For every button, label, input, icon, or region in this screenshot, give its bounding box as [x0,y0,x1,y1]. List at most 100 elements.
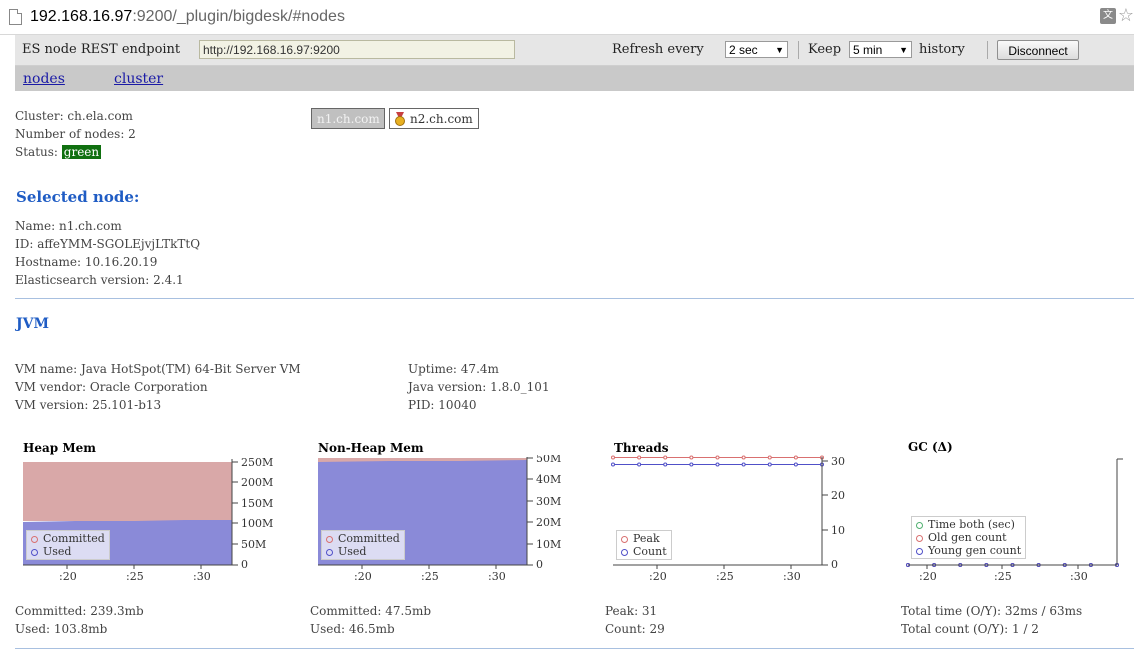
gc-tick-20: :20 [919,570,937,583]
heap-mem-svg: 250M 200M 150M 100M 50M 0 :20 :25 :30 [23,456,273,583]
legend-label: Count [633,545,667,558]
old-gen-dot-icon [916,534,923,542]
legend-item-time-both: Time both (sec) [916,518,1021,531]
divider [987,41,988,59]
heap-used-stat: Used: 103.8mb [15,622,108,636]
disconnect-button[interactable]: Disconnect [997,40,1079,60]
connection-toolbar: ES node REST endpoint Refresh every 2 se… [15,35,1134,66]
used-dot-icon [326,548,333,556]
keep-label: Keep [808,42,842,57]
browser-address-bar[interactable]: 192.168.16.97:9200/_plugin/bigdesk/#node… [0,0,1134,35]
heap-tick-200M: 200M [241,476,273,489]
committed-dot-icon [31,535,38,543]
bookmark-star-icon[interactable]: ☆ [1118,5,1134,26]
endpoint-input[interactable] [199,40,515,59]
heap-tick-150M: 150M [241,497,273,510]
node-name: Name: n1.ch.com [15,219,122,233]
threads-tick-20: 20 [831,489,845,502]
nonheap-tick-25: :25 [421,570,439,583]
keep-history-select[interactable]: 5 min ▼ [849,41,912,58]
heap-tick-100M: 100M [241,517,273,530]
legend-label: Used [338,545,367,558]
refresh-interval-select[interactable]: 2 sec ▼ [725,41,788,58]
threads-series-1-point [767,462,772,467]
dropdown-arrow-icon: ▼ [899,45,908,55]
legend-item-used: Used [31,545,105,558]
threads-series-0-point [767,455,772,460]
gc-stats: Total time (O/Y): 32ms / 63ms Total coun… [901,602,1082,638]
translate-icon[interactable]: 文 [1100,8,1116,24]
refresh-interval-value: 2 sec [729,43,758,57]
selected-node-info: Name: n1.ch.com ID: affeYMM-SGOLEjvjLTkT… [15,217,200,289]
threads-chart: 30 20 10 0 :20 :25 :30 Peak Count [605,455,895,585]
heap-y-ticks: 250M 200M 150M 100M 50M 0 [232,456,273,571]
heap-committed-stat: Committed: 239.3mb [15,604,144,618]
threads-tick-x20: :20 [649,570,667,583]
jvm-heading: JVM [16,316,49,332]
url-text[interactable]: 192.168.16.97:9200/_plugin/bigdesk/#node… [30,8,345,26]
threads-series-1-point [611,462,615,467]
threads-stats: Peak: 31 Count: 29 [605,602,665,638]
threads-series-0-point [637,455,642,460]
heap-committed-area [23,462,232,521]
endpoint-label: ES node REST endpoint [22,42,181,57]
section-divider [15,298,1134,299]
legend-item-committed: Committed [326,532,400,545]
nonheap-tick-0: 0 [536,558,543,571]
legend-label: Old gen count [928,531,1007,544]
threads-series-0-point [741,455,746,460]
threads-series-1-point [793,462,798,467]
used-dot-icon [31,548,38,556]
process-id: PID: 10040 [408,398,477,412]
node-button-n1[interactable]: n1.ch.com [311,108,385,129]
nonheap-mem-chart: 50M 40M 30M 20M 10M 0 :20 :25 :30 Commit… [310,452,600,585]
nav-nodes-link[interactable]: nodes [23,71,65,87]
nonheap-tick-20M: 20M [536,516,561,529]
heap-legend: Committed Used [26,530,110,560]
legend-item-peak: Peak [621,532,667,545]
node-count: Number of nodes: 2 [15,127,136,141]
heap-tick-20: :20 [59,570,77,583]
section-divider [15,648,1134,649]
nonheap-chart-title: Non-Heap Mem [318,441,424,455]
heap-tick-250M: 250M [241,456,273,469]
dropdown-arrow-icon: ▼ [775,45,784,55]
threads-series-0-point [793,455,798,460]
uptime: Uptime: 47.4m [408,362,499,376]
history-label: history [919,42,965,57]
status-badge: green [61,145,102,159]
threads-y-ticks: 30 20 10 0 [822,455,845,571]
threads-series [611,455,824,467]
vm-vendor: VM vendor: Oracle Corporation [15,380,208,394]
node-id: ID: affeYMM-SGOLEjvjLTkTtQ [15,237,201,251]
heap-tick-25: :25 [126,570,144,583]
legend-label: Young gen count [928,544,1022,557]
heap-mem-chart: 250M 200M 150M 100M 50M 0 :20 :25 :30 Co… [15,455,305,585]
threads-svg: 30 20 10 0 :20 :25 :30 [611,455,845,583]
nonheap-tick-10M: 10M [536,538,561,551]
node-button-n2[interactable]: n2.ch.com [389,108,479,129]
jvm-info-left: VM name: Java HotSpot(TM) 64-Bit Server … [15,360,301,414]
threads-series-0-point [689,455,694,460]
legend-label: Time both (sec) [928,518,1015,531]
threads-series-1-point [715,462,720,467]
master-medal-icon [395,112,405,126]
threads-tick-x30: :30 [783,570,801,583]
vm-name: VM name: Java HotSpot(TM) 64-Bit Server … [15,362,301,376]
gc-x-ticks: :20 :25 :30 [919,565,1088,583]
threads-legend: Peak Count [616,530,672,560]
threads-series-1-point [689,462,694,467]
nav-cluster-link[interactable]: cluster [114,71,163,87]
url-path: :9200/_plugin/bigdesk/#nodes [132,8,345,25]
cluster-info: Cluster: ch.ela.com Number of nodes: 2 S… [15,107,136,161]
gc-chart: :20 :25 :30 Time both (sec) Old gen coun… [900,455,1134,585]
count-dot-icon [621,548,628,556]
threads-x-ticks: :20 :25 :30 [649,565,801,583]
heap-tick-0: 0 [241,558,248,571]
legend-item-young-gen: Young gen count [916,544,1021,557]
gc-legend: Time both (sec) Old gen count Young gen … [911,516,1027,559]
threads-count-stat: Count: 29 [605,622,665,636]
committed-dot-icon [326,535,333,543]
keep-history-value: 5 min [853,43,883,57]
nonheap-tick-50M: 50M [536,455,561,465]
